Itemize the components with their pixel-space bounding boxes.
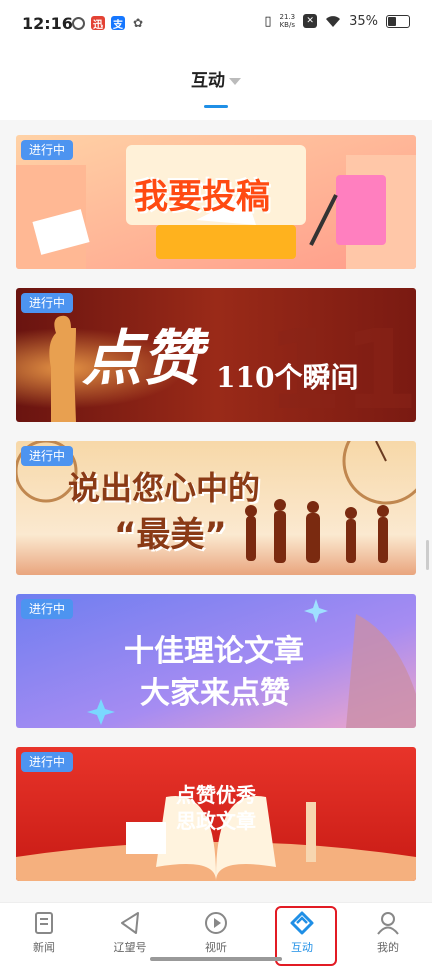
- tab-news[interactable]: 新闻: [4, 909, 84, 959]
- status-badge: 进行中: [21, 293, 74, 313]
- close-box-icon: ✕: [303, 14, 318, 28]
- banner-title: 我要投稿: [134, 177, 270, 217]
- banner-like-art: 110: [16, 288, 416, 422]
- bottom-tab-bar: 新闻 辽望号 视听 互动 我的: [0, 902, 432, 965]
- status-right: ▯ 21.3 KB/s ✕ 35%: [264, 13, 410, 29]
- send-icon: [121, 912, 139, 934]
- tab-label: 新闻: [33, 941, 55, 954]
- tab-label: 视听: [205, 941, 227, 954]
- battery-percent: 35%: [349, 13, 378, 29]
- net-speed: 21.3 KB/s: [280, 13, 296, 29]
- play-icon: [205, 912, 227, 934]
- title-underline: [204, 105, 228, 108]
- banner-title-line1: 点赞优秀: [176, 783, 256, 807]
- banner-title-main: 点赞: [82, 324, 202, 394]
- tab-label: 辽望号: [113, 941, 147, 954]
- banner-submit-article[interactable]: 我要投稿 进行中: [16, 135, 416, 269]
- sync-icon: [72, 16, 85, 30]
- net-speed-value: 21.3: [279, 13, 296, 21]
- user-icon: [377, 912, 399, 935]
- banner-title-line2: “最美”: [114, 515, 227, 555]
- banner-title-sub: 110个瞬间: [216, 361, 359, 394]
- banner-most-beautiful[interactable]: 说出您心中的 “最美” 进行中: [16, 441, 416, 575]
- home-indicator[interactable]: [150, 957, 282, 961]
- header-title-dropdown[interactable]: 互动: [0, 66, 432, 91]
- wechat-icon: ✿: [131, 16, 145, 30]
- alipay-icon: 支: [111, 16, 125, 31]
- tab-liaowang[interactable]: 辽望号: [90, 909, 170, 959]
- tab-mine[interactable]: 我的: [348, 909, 428, 959]
- vibrate-icon: ▯: [264, 13, 272, 29]
- status-badge: 进行中: [21, 752, 74, 772]
- page-title: 互动: [191, 71, 225, 91]
- activity-list[interactable]: 我要投稿 进行中 110 点赞 110个瞬间 进行中: [0, 120, 432, 902]
- status-badge: 进行中: [21, 599, 74, 619]
- net-speed-unit: KB/s: [279, 21, 295, 29]
- status-badge: 进行中: [21, 140, 74, 160]
- app-notification-icon: 迅: [91, 16, 105, 31]
- notification-icons: 迅 支 ✿: [72, 16, 145, 31]
- caret-down-icon: [229, 77, 241, 85]
- banner-title-line1: 十佳理论文章: [124, 634, 304, 669]
- battery-icon: [386, 14, 410, 28]
- news-icon: [35, 912, 53, 934]
- tab-label: 我的: [377, 941, 399, 954]
- tab-audio-video[interactable]: 视听: [176, 909, 256, 959]
- banner-title-line2: 思政文章: [176, 809, 256, 833]
- scrollbar[interactable]: [426, 540, 429, 570]
- banner-title-line2: 大家来点赞: [140, 676, 290, 711]
- banner-top-ten-articles[interactable]: 十佳理论文章 大家来点赞 进行中: [16, 594, 416, 728]
- active-tab-highlight: [275, 906, 337, 966]
- banner-title-line1: 说出您心中的: [68, 469, 261, 507]
- status-time: 12:16: [22, 14, 73, 33]
- banner-ideology-articles[interactable]: 点赞优秀 思政文章 进行中: [16, 747, 416, 881]
- status-badge: 进行中: [21, 446, 74, 466]
- wifi-icon: [326, 15, 341, 27]
- status-bar: 12:16 迅 支 ✿ ▯ 21.3 KB/s ✕ 35%: [0, 0, 432, 50]
- page-header: 互动: [0, 50, 432, 120]
- banner-like-110[interactable]: 110 点赞 110个瞬间 进行中: [16, 288, 416, 422]
